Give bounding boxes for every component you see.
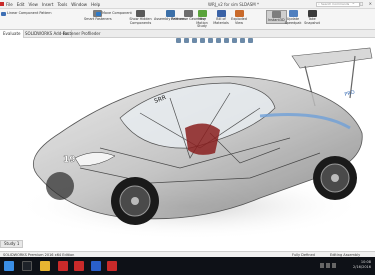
take-snapshot-label: Take Snapshot [304,17,320,25]
volume-icon[interactable] [326,263,330,268]
show-hidden-label: Show Hidden Components [129,17,152,25]
exploded-view-icon [234,10,244,17]
instant3d-label: Instant3D [268,18,285,22]
tab-fastener-profile[interactable]: Fastener Profileder [60,30,104,38]
ribbon-move-component-button[interactable]: Move Component [96,12,132,16]
menu-file[interactable]: File [4,0,15,9]
ribbon-exploded-view-button[interactable]: Exploded View [231,10,247,25]
ribbon-show-hidden-button[interactable]: Show Hidden Components [128,10,153,25]
taskbar-search-icon[interactable] [22,261,32,271]
tab-evaluate[interactable]: Evaluate [0,30,25,38]
taskbar-clock[interactable]: 10:08 2/16/2016 [353,260,371,270]
previous-view-icon[interactable] [192,38,197,43]
view-settings-icon[interactable] [248,38,253,43]
solidworks-taskbar-icon-2[interactable] [74,261,84,271]
command-manager-ribbon: Linear Component Pattern Smart Fasteners… [0,9,375,30]
display-style-icon[interactable] [216,38,221,43]
bill-of-materials-label: Bill of Materials [213,17,229,25]
reference-geometry-icon [184,10,194,17]
edit-appearance-icon[interactable] [232,38,237,43]
windows-start-icon[interactable] [4,261,14,271]
zoom-area-icon[interactable] [184,38,189,43]
graphics-area[interactable]: SRR PRO 19 [0,38,375,248]
new-motion-study-icon [197,10,207,17]
smart-fasteners-label: Smart Fasteners [84,17,112,21]
heads-up-view-toolbar [176,38,253,43]
menu-bar: File Edit View Insert Tools Window Help [0,0,102,9]
battery-icon[interactable] [332,263,336,268]
ribbon-linear-pattern-button[interactable]: Linear Component Pattern [1,12,52,16]
show-hidden-icon [136,10,145,17]
file-explorer-icon[interactable] [40,261,50,271]
menu-tools[interactable]: Tools [55,0,69,9]
ribbon-bill-of-materials-button[interactable]: Bill of Materials [213,10,229,25]
apply-scene-icon[interactable] [240,38,245,43]
menu-insert[interactable]: Insert [40,0,55,9]
new-motion-study-label: New Motion Study [196,17,208,29]
update-speedpak-label: Update Speedpak [284,17,302,25]
search-icon: ⌕ [318,2,320,6]
taskbar-app-icon-2[interactable] [107,261,117,271]
menu-help[interactable]: Help [89,0,102,9]
title-bar: File Edit View Insert Tools Window Help … [0,0,375,9]
update-speedpak-icon [288,10,298,17]
exploded-view-label: Exploded View [231,17,247,25]
window-controls[interactable]: – □ ✕ [352,1,374,6]
race-car-model: SRR PRO 19 [15,47,373,240]
car-number: 19 [63,155,76,165]
linear-pattern-icon [1,12,6,16]
move-component-icon [96,12,101,16]
ribbon-update-speedpak-button[interactable]: Update Speedpak [285,10,301,25]
section-view-icon[interactable] [200,38,205,43]
zoom-to-fit-icon[interactable] [176,38,181,43]
menu-window[interactable]: Window [69,0,89,9]
study-tab[interactable]: Study 1 [0,240,24,248]
system-tray [320,263,336,268]
taskbar-app-icon[interactable] [91,261,101,271]
view-orientation-icon[interactable] [208,38,213,43]
solidworks-taskbar-icon[interactable] [58,261,68,271]
search-placeholder: Search Commands [321,2,350,6]
ribbon-instant3d-button[interactable]: Instant3D [266,10,287,24]
clock-date: 2/16/2016 [353,265,371,269]
menu-edit[interactable]: Edit [15,0,27,9]
solidworks-window: File Edit View Insert Tools Window Help … [0,0,375,275]
hide-show-items-icon[interactable] [224,38,229,43]
ribbon-new-motion-study-button[interactable]: New Motion Study [193,10,211,29]
windows-taskbar: 10:08 2/16/2016 [0,257,375,275]
command-manager-tabs: Evaluate SOLIDWORKS Add-Ins Fastener Pro… [0,30,375,38]
instant3d-icon [271,11,281,18]
linear-pattern-label: Linear Component Pattern [7,11,52,16]
take-snapshot-icon [307,10,317,17]
menu-view[interactable]: View [26,0,40,9]
ribbon-take-snapshot-button[interactable]: Take Snapshot [304,10,320,25]
bill-of-materials-icon [216,10,226,17]
pro-decal: PRO [344,89,356,98]
document-title: WRJ_v2 for sim SLDASM * [208,2,260,7]
network-icon[interactable] [320,263,324,268]
